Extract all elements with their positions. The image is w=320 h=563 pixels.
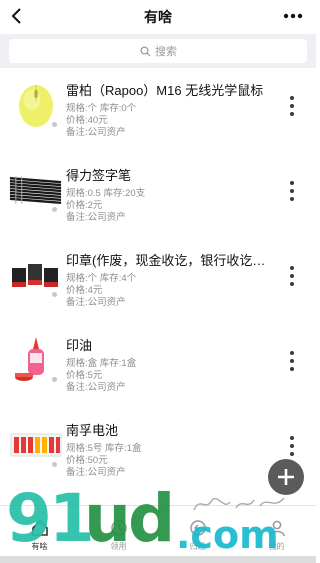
watermark-ud: ud xyxy=(84,480,175,557)
plus-icon xyxy=(278,469,294,485)
more-dots-icon[interactable] xyxy=(280,6,306,26)
item-name: 雷柏（Rapoo）M16 无线光学鼠标 xyxy=(66,83,264,98)
item-name: 印油 xyxy=(66,338,93,353)
status-dot xyxy=(52,122,57,127)
search-bar: 搜索 xyxy=(0,34,316,68)
app-header: 有啥 xyxy=(0,0,316,34)
search-icon xyxy=(139,45,151,57)
watermark-91: 91 xyxy=(6,480,95,557)
item-menu-icon[interactable] xyxy=(288,436,296,456)
status-dot xyxy=(52,377,57,382)
item-name: 得力签字笔 xyxy=(66,168,132,183)
item-menu-icon[interactable] xyxy=(288,351,296,371)
search-placeholder: 搜索 xyxy=(155,46,177,58)
status-dot xyxy=(52,207,57,212)
back-chevron-icon[interactable] xyxy=(6,5,28,27)
item-name: 印章(作废，现金收讫，银行收讫… xyxy=(66,253,266,268)
item-menu-icon[interactable] xyxy=(288,266,296,286)
item-note: 备注:公司资产 xyxy=(66,382,126,393)
watermark-com: .com xyxy=(176,513,279,557)
page-title: 有啥 xyxy=(144,9,172,25)
search-input[interactable]: 搜索 xyxy=(9,39,307,63)
list-item[interactable]: 雷柏（Rapoo）M16 无线光学鼠标 规格:个 库存:0个 价格:40元 备注… xyxy=(0,68,316,143)
list-item[interactable]: 得力签字笔 规格:0.5 库存:20支 价格:2元 备注:公司资产 xyxy=(0,153,316,228)
item-note: 备注:公司资产 xyxy=(66,297,126,308)
list-item[interactable]: 印油 规格:盒 库存:1盒 价格:5元 备注:公司资产 xyxy=(0,323,316,398)
item-note: 备注:公司资产 xyxy=(66,127,126,138)
item-menu-icon[interactable] xyxy=(288,96,296,116)
item-name: 南孚电池 xyxy=(66,423,119,438)
item-menu-icon[interactable] xyxy=(288,181,296,201)
status-dot xyxy=(52,292,57,297)
home-indicator-bar xyxy=(0,556,316,563)
add-item-button[interactable] xyxy=(268,459,304,495)
item-note: 备注:公司资产 xyxy=(66,467,126,478)
item-note: 备注:公司资产 xyxy=(66,212,126,223)
item-list: 雷柏（Rapoo）M16 无线光学鼠标 规格:个 库存:0个 价格:40元 备注… xyxy=(0,68,316,493)
status-dot xyxy=(52,462,57,467)
list-item[interactable]: 印章(作废，现金收讫，银行收讫… 规格:个 库存:4个 价格:4元 备注:公司资… xyxy=(0,238,316,313)
watermark-script-logo xyxy=(190,492,290,516)
